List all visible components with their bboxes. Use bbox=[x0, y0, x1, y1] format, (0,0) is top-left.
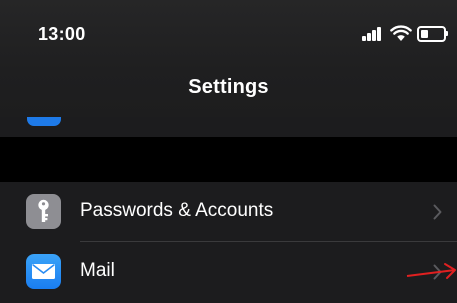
status-icons bbox=[362, 24, 452, 44]
settings-item-label: Passwords & Accounts bbox=[80, 200, 274, 221]
battery-tip bbox=[446, 31, 448, 36]
settings-item-passwords-accounts[interactable]: Passwords & Accounts bbox=[0, 182, 457, 242]
settings-item-mail[interactable]: Mail bbox=[0, 242, 457, 301]
settings-group: Passwords & Accounts Mail bbox=[0, 182, 457, 303]
settings-item-label: Mail bbox=[80, 260, 115, 281]
wifi-icon bbox=[390, 25, 412, 41]
envelope-icon bbox=[26, 254, 61, 289]
key-icon bbox=[26, 194, 61, 229]
status-time: 13:00 bbox=[38, 24, 86, 44]
signal-icon bbox=[362, 27, 384, 41]
navigation-header: 13:00 Settings bbox=[0, 0, 457, 117]
page-title: Settings bbox=[188, 76, 269, 98]
battery-icon bbox=[417, 26, 446, 42]
chevron-right-icon bbox=[433, 204, 442, 220]
annotation-arrow-icon bbox=[406, 263, 456, 279]
settings-screen: 13:00 Settings Passwords & Accounts Mail bbox=[0, 0, 457, 303]
